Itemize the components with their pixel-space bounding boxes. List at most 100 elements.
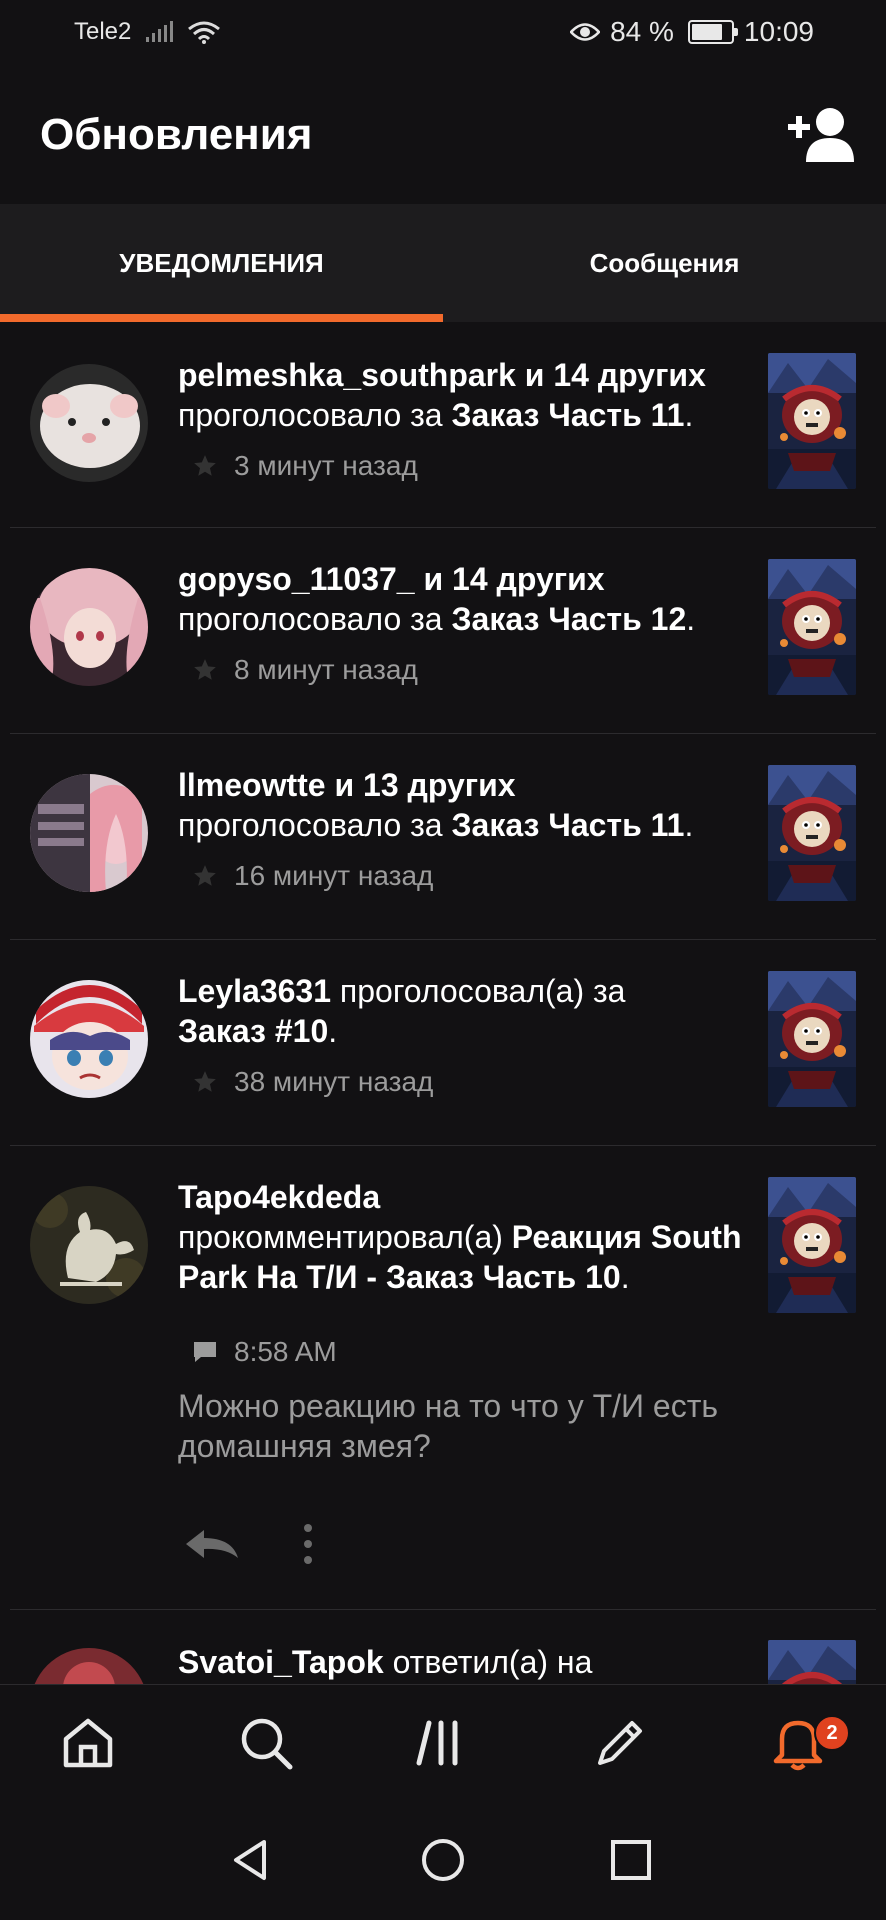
- username[interactable]: Svatoi_Tapok: [178, 1644, 384, 1680]
- avatar[interactable]: [30, 980, 148, 1098]
- status-right: 84 % 10:09: [570, 16, 814, 48]
- username[interactable]: gopyso_11037_: [178, 561, 415, 597]
- action-text: прокомментировал(а): [178, 1219, 503, 1255]
- story-title[interactable]: Заказ #10: [178, 1013, 328, 1049]
- nav-library-button[interactable]: [413, 1713, 473, 1773]
- tab-bar: УВЕДОМЛЕНИЯ Сообщения: [0, 204, 886, 322]
- timestamp: 38 минут назад: [234, 1066, 434, 1097]
- end-punct: .: [686, 601, 696, 637]
- reply-button[interactable]: [182, 1524, 242, 1564]
- username[interactable]: llmeowtte: [178, 767, 326, 803]
- notification-text: Svatoi_Tapok ответил(а) на: [178, 1642, 748, 1682]
- avatar[interactable]: [30, 568, 148, 686]
- notification-item[interactable]: gopyso_11037_ и 14 других проголосовало …: [0, 528, 886, 734]
- notification-text: Tapo4ekdeda прокомментировал(а) Реакция …: [178, 1177, 748, 1297]
- add-user-button[interactable]: [786, 104, 856, 164]
- timestamp: 16 минут назад: [234, 860, 434, 891]
- notification-text: pelmeshka_southpark и 14 других проголос…: [178, 355, 748, 435]
- reply-icon: [186, 1530, 238, 1558]
- end-punct: .: [328, 1013, 338, 1049]
- notification-text: llmeowtte и 13 других проголосовало за З…: [178, 765, 748, 845]
- write-icon: [598, 1721, 642, 1765]
- notification-text: gopyso_11037_ и 14 других проголосовало …: [178, 559, 748, 639]
- star-icon: [194, 865, 216, 886]
- notification-badge: 2: [814, 1715, 850, 1751]
- notification-item[interactable]: Tapo4ekdeda прокомментировал(а) Реакция …: [0, 1146, 886, 1610]
- page-title: Обновления: [40, 110, 313, 159]
- battery-cap: [733, 28, 738, 36]
- end-punct: .: [620, 1259, 630, 1295]
- home-circle-icon: [422, 1839, 464, 1881]
- home-icon: [63, 1718, 113, 1768]
- avatar[interactable]: [30, 1648, 148, 1684]
- avatar[interactable]: [30, 774, 148, 892]
- others-count: и 14 других: [414, 561, 605, 597]
- notification-item[interactable]: Svatoi_Tapok ответил(а) на: [0, 1610, 886, 1684]
- story-title[interactable]: Заказ Часть 12: [451, 601, 686, 637]
- system-back-button[interactable]: [224, 1832, 280, 1888]
- status-bar: Tele2 84 % 10:09: [0, 0, 886, 66]
- others-count: и 14 других: [515, 357, 706, 393]
- end-punct: .: [684, 807, 694, 843]
- action-text: проголосовало за: [178, 397, 443, 433]
- more-vertical-icon: [304, 1524, 312, 1564]
- story-cover-thumbnail[interactable]: [768, 971, 856, 1107]
- tab-notifications[interactable]: УВЕДОМЛЕНИЯ: [0, 204, 443, 322]
- story-title[interactable]: Заказ Часть 11: [451, 807, 684, 843]
- story-cover-thumbnail[interactable]: [768, 1640, 856, 1684]
- timestamp-row: 8 минут назад: [192, 654, 418, 686]
- story-cover-thumbnail[interactable]: [768, 765, 856, 901]
- avatar[interactable]: [30, 364, 148, 482]
- action-text: проголосовал(а) за: [331, 973, 626, 1009]
- nav-search-button[interactable]: [236, 1713, 296, 1773]
- end-punct: .: [684, 397, 694, 433]
- story-cover-thumbnail[interactable]: [768, 353, 856, 489]
- timestamp: 8 минут назад: [234, 654, 418, 685]
- tab-messages[interactable]: Сообщения: [443, 204, 886, 322]
- comment-text: Можно реакцию на то что у Т/И есть домаш…: [178, 1388, 719, 1464]
- library-icon: [416, 1720, 458, 1766]
- nav-home-button[interactable]: [58, 1713, 118, 1773]
- avatar[interactable]: [30, 1186, 148, 1304]
- battery-level: [691, 24, 723, 40]
- system-navigation: [0, 1800, 886, 1920]
- username[interactable]: Leyla3631: [178, 973, 331, 1009]
- comment-icon: [194, 1342, 216, 1362]
- app-header: Обновления: [0, 66, 886, 204]
- timestamp-row: 8:58 AM: [192, 1336, 337, 1368]
- system-home-button[interactable]: [415, 1832, 471, 1888]
- story-cover-thumbnail[interactable]: [768, 559, 856, 695]
- star-icon: [194, 455, 216, 476]
- battery-icon: [687, 20, 738, 44]
- action-text: проголосовало за: [178, 601, 443, 637]
- username[interactable]: Tapo4ekdeda: [178, 1179, 380, 1215]
- username[interactable]: pelmeshka_southpark: [178, 357, 516, 393]
- carrier-label: Tele2: [74, 18, 132, 45]
- notification-text: Leyla3631 проголосовал(а) за Заказ #10.: [178, 971, 748, 1051]
- back-triangle-icon: [234, 1840, 266, 1880]
- system-recents-button[interactable]: [603, 1832, 659, 1888]
- timestamp: 3 минут назад: [234, 450, 418, 481]
- eye-comfort-icon: [570, 23, 601, 41]
- more-options-button[interactable]: [294, 1522, 322, 1566]
- others-count: и 13 других: [325, 767, 516, 803]
- notification-item[interactable]: pelmeshka_southpark и 14 других проголос…: [0, 322, 886, 528]
- clock: 10:09: [743, 16, 814, 47]
- search-icon: [241, 1718, 293, 1770]
- timestamp-row: 38 минут назад: [192, 1066, 433, 1098]
- timestamp-row: 16 минут назад: [192, 860, 433, 892]
- notifications-feed[interactable]: pelmeshka_southpark и 14 других проголос…: [0, 322, 886, 1684]
- story-cover-thumbnail[interactable]: [768, 1177, 856, 1313]
- wifi-icon: [188, 21, 221, 44]
- timestamp-row: 3 минут назад: [192, 450, 418, 482]
- status-left: Tele2: [74, 18, 221, 46]
- active-tab-indicator: [0, 314, 443, 322]
- recents-square-icon: [611, 1840, 651, 1880]
- action-text: проголосовало за: [178, 807, 443, 843]
- signal-icon: [146, 21, 174, 42]
- notification-item[interactable]: Leyla3631 проголосовал(а) за Заказ #10. …: [0, 940, 886, 1146]
- notification-item[interactable]: llmeowtte и 13 других проголосовало за З…: [0, 734, 886, 940]
- timestamp: 8:58 AM: [234, 1336, 337, 1367]
- nav-write-button[interactable]: [590, 1713, 650, 1773]
- story-title[interactable]: Заказ Часть 11: [451, 397, 684, 433]
